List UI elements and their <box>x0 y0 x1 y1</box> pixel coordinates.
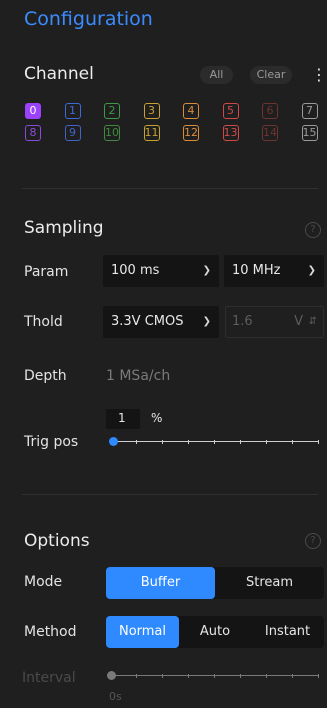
slider-tick <box>162 440 163 444</box>
slider-tick <box>240 440 241 444</box>
slider-tick <box>162 674 163 678</box>
param-label: Param <box>24 264 69 280</box>
mode-label: Mode <box>24 574 63 590</box>
clear-button[interactable]: Clear <box>250 66 292 84</box>
select-all-button[interactable]: All <box>200 66 233 84</box>
interval-value: 0s <box>109 690 122 703</box>
slider-tick <box>214 440 215 444</box>
sample-rate-select[interactable]: 10 MHz ❯ <box>224 255 324 287</box>
trigger-position-input[interactable]: 1 <box>106 409 140 429</box>
channel-toggle-1[interactable]: 1 <box>64 103 81 119</box>
stepper-icon[interactable]: ⇵ <box>309 307 317 337</box>
sample-time-select[interactable]: 100 ms ❯ <box>103 255 219 287</box>
threshold-voltage-input[interactable]: 1.6 V ⇵ <box>225 306 324 338</box>
slider-tick <box>266 674 267 678</box>
channel-toggle-14[interactable]: 14 <box>262 125 278 141</box>
trigger-position-slider[interactable] <box>109 436 319 448</box>
channel-toggle-15[interactable]: 15 <box>301 125 318 141</box>
threshold-label: Thold <box>24 314 63 330</box>
sample-rate-value: 10 MHz <box>232 263 281 278</box>
section-divider <box>22 494 318 495</box>
threshold-select[interactable]: 3.3V CMOS ❯ <box>103 306 219 338</box>
interval-label: Interval <box>22 670 76 686</box>
slider-tick <box>136 674 137 678</box>
chevron-down-icon: ❯ <box>307 265 316 276</box>
interval-slider <box>107 670 319 682</box>
channel-toggle-10[interactable]: 10 <box>104 125 120 141</box>
slider-tick <box>266 440 267 444</box>
mode-option-stream[interactable]: Stream <box>215 567 324 599</box>
section-divider <box>22 188 318 189</box>
slider-handle[interactable] <box>109 437 119 446</box>
channel-toggle-3[interactable]: 3 <box>143 103 160 119</box>
method-option-normal[interactable]: Normal <box>106 616 179 648</box>
method-label: Method <box>24 624 77 640</box>
channel-toggle-9[interactable]: 9 <box>64 125 81 141</box>
threshold-value: 3.3V CMOS <box>111 314 184 329</box>
method-segmented-control[interactable]: Normal Auto Instant <box>106 616 324 648</box>
slider-tick <box>188 440 189 444</box>
mode-option-buffer[interactable]: Buffer <box>106 567 215 599</box>
slider-handle <box>107 671 116 680</box>
panel-title: Configuration <box>24 8 153 30</box>
channel-toggle-11[interactable]: 11 <box>143 125 160 141</box>
trigger-position-label: Trig pos <box>24 434 79 450</box>
channel-toggle-2[interactable]: 2 <box>104 103 120 119</box>
slider-tick <box>136 440 137 444</box>
slider-tick <box>292 674 293 678</box>
trigger-position-unit: % <box>151 411 163 425</box>
channel-toggle-5[interactable]: 5 <box>222 103 239 119</box>
channel-section-title: Channel <box>24 64 94 84</box>
chevron-down-icon: ❯ <box>202 265 211 276</box>
channel-toggle-0[interactable]: 0 <box>25 103 41 119</box>
channel-toggle-6[interactable]: 6 <box>262 103 278 119</box>
channel-toggle-13[interactable]: 13 <box>222 125 239 141</box>
channel-toggle-8[interactable]: 8 <box>25 125 41 141</box>
trigger-position-value: 1 <box>118 411 126 425</box>
threshold-voltage-value: 1.6 <box>232 314 253 329</box>
slider-tick <box>318 440 319 444</box>
sampling-section-title: Sampling <box>24 218 104 238</box>
slider-tick <box>292 440 293 444</box>
slider-tick <box>318 674 319 678</box>
mode-segmented-control[interactable]: Buffer Stream <box>106 567 324 599</box>
method-option-instant[interactable]: Instant <box>251 616 324 648</box>
sampling-help-icon[interactable]: ? <box>305 222 321 238</box>
channel-toggle-12[interactable]: 12 <box>183 125 199 141</box>
slider-tick <box>188 674 189 678</box>
sample-time-value: 100 ms <box>111 263 160 278</box>
method-option-auto[interactable]: Auto <box>179 616 251 648</box>
options-section-title: Options <box>24 531 90 551</box>
more-options-icon[interactable]: ⋮ <box>311 67 327 83</box>
chevron-down-icon: ❯ <box>202 316 211 327</box>
options-help-icon[interactable]: ? <box>305 533 321 549</box>
channel-toggle-7[interactable]: 7 <box>301 103 318 119</box>
depth-label: Depth <box>24 368 67 384</box>
depth-value: 1 MSa/ch <box>106 368 171 384</box>
slider-tick <box>240 674 241 678</box>
slider-tick <box>214 674 215 678</box>
channel-toggle-4[interactable]: 4 <box>183 103 199 119</box>
voltage-unit: V <box>294 314 303 329</box>
